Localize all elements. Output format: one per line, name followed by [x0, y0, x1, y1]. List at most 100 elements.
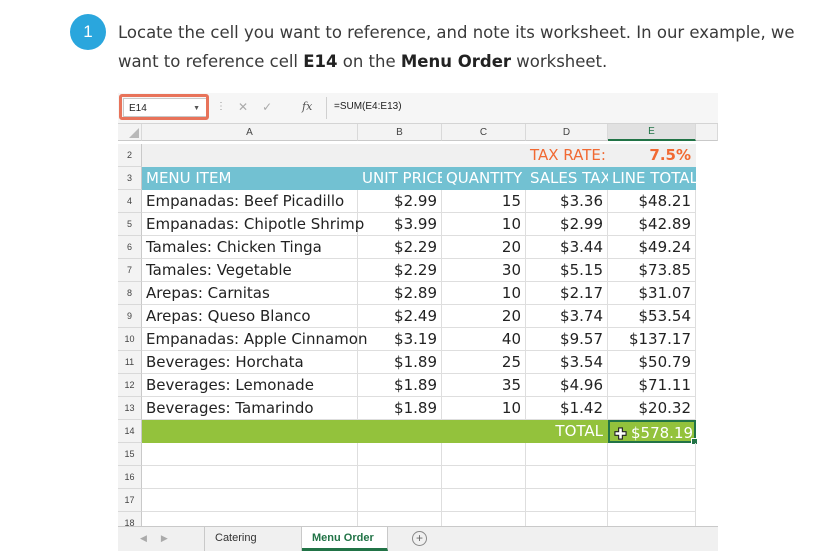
cell-sales-tax[interactable]: $2.17	[526, 282, 608, 305]
cell-menu-item[interactable]: Empanadas: Beef Picadillo	[142, 190, 358, 213]
cell[interactable]	[608, 466, 696, 489]
column-header-e[interactable]: E	[608, 124, 696, 141]
sheet-nav-arrows[interactable]: ◀▶	[140, 533, 182, 544]
cell[interactable]	[142, 443, 358, 466]
add-sheet-icon[interactable]: +	[412, 531, 427, 546]
cell[interactable]	[142, 489, 358, 512]
cell-quantity[interactable]: 20	[442, 305, 526, 328]
cell-sales-tax[interactable]: $9.57	[526, 328, 608, 351]
cell[interactable]	[442, 512, 526, 526]
header-unit-price[interactable]: UNIT PRICE	[358, 167, 446, 190]
cell-menu-item[interactable]: Empanadas: Chipotle Shrimp	[142, 213, 364, 236]
cell-sales-tax[interactable]: $3.54	[526, 351, 608, 374]
row-number[interactable]: 8	[118, 282, 142, 305]
row-number[interactable]: 15	[118, 443, 142, 466]
cell-unit-price[interactable]: $2.29	[358, 259, 442, 282]
cell[interactable]	[526, 466, 608, 489]
cell-unit-price[interactable]: $1.89	[358, 397, 442, 420]
header-quantity[interactable]: QUANTITY	[442, 167, 526, 190]
cell-unit-price[interactable]: $3.99	[358, 213, 442, 236]
cell-line-total[interactable]: $42.89	[608, 213, 696, 236]
cell-menu-item[interactable]: Tamales: Vegetable	[142, 259, 358, 282]
cell-quantity[interactable]: 35	[442, 374, 526, 397]
sheet-tab-catering-invoice[interactable]: Catering Invoice	[204, 527, 302, 551]
column-header-c[interactable]: C	[442, 124, 526, 141]
cell[interactable]	[142, 466, 358, 489]
cell-line-total[interactable]: $137.17	[608, 328, 696, 351]
row-number[interactable]: 17	[118, 489, 142, 512]
cell-unit-price[interactable]: $2.99	[358, 190, 442, 213]
row-number[interactable]: 4	[118, 190, 142, 213]
row-number[interactable]: 11	[118, 351, 142, 374]
cell-unit-price[interactable]: $1.89	[358, 374, 442, 397]
column-header-d[interactable]: D	[526, 124, 608, 141]
cell-unit-price[interactable]: $2.29	[358, 236, 442, 259]
tax-rate-label[interactable]: TAX RATE:	[526, 144, 608, 167]
row-number[interactable]: 7	[118, 259, 142, 282]
selected-cell-e14[interactable]: $578.19	[608, 420, 698, 445]
cell[interactable]	[142, 144, 526, 167]
cell[interactable]	[142, 420, 526, 443]
cell[interactable]	[358, 489, 442, 512]
header-line-total[interactable]: LINE TOTAL	[608, 167, 698, 190]
cell[interactable]	[442, 443, 526, 466]
chevron-right-icon[interactable]: ▶	[161, 533, 182, 543]
cell-line-total[interactable]: $48.21	[608, 190, 696, 213]
cell-sales-tax[interactable]: $4.96	[526, 374, 608, 397]
cell-unit-price[interactable]: $3.19	[358, 328, 442, 351]
row-number[interactable]: 2	[118, 144, 142, 167]
row-number[interactable]: 14	[118, 420, 142, 443]
cell-line-total[interactable]: $49.24	[608, 236, 696, 259]
cell-line-total[interactable]: $20.32	[608, 397, 696, 420]
cell-quantity[interactable]: 25	[442, 351, 526, 374]
cell-sales-tax[interactable]: $1.42	[526, 397, 608, 420]
cell-unit-price[interactable]: $2.89	[358, 282, 442, 305]
formula-input[interactable]: =SUM(E4:E13)	[334, 101, 402, 112]
select-all-corner[interactable]	[118, 124, 142, 141]
cell[interactable]	[608, 443, 696, 466]
cancel-confirm-icons[interactable]: ✕✓	[238, 100, 286, 114]
cell-sales-tax[interactable]: $3.36	[526, 190, 608, 213]
cell-quantity[interactable]: 30	[442, 259, 526, 282]
row-number[interactable]: 6	[118, 236, 142, 259]
cell-menu-item[interactable]: Arepas: Carnitas	[142, 282, 358, 305]
sheet-tab-menu-order[interactable]: Menu Order	[302, 527, 388, 551]
cell-menu-item[interactable]: Arepas: Queso Blanco	[142, 305, 358, 328]
row-number[interactable]: 10	[118, 328, 142, 351]
cell-unit-price[interactable]: $1.89	[358, 351, 442, 374]
cell-menu-item[interactable]: Tamales: Chicken Tinga	[142, 236, 358, 259]
header-menu-item[interactable]: MENU ITEM	[142, 167, 358, 190]
cell-line-total[interactable]: $31.07	[608, 282, 696, 305]
header-sales-tax[interactable]: SALES TAX	[526, 167, 611, 190]
cell[interactable]	[358, 512, 442, 526]
cell[interactable]	[608, 489, 696, 512]
cell-menu-item[interactable]: Beverages: Horchata	[142, 351, 358, 374]
row-number[interactable]: 9	[118, 305, 142, 328]
cell-sales-tax[interactable]: $5.15	[526, 259, 608, 282]
row-number[interactable]: 13	[118, 397, 142, 420]
cell-quantity[interactable]: 10	[442, 282, 526, 305]
cell-menu-item[interactable]: Beverages: Lemonade	[142, 374, 358, 397]
cell[interactable]	[442, 489, 526, 512]
cell-sales-tax[interactable]: $3.44	[526, 236, 608, 259]
insert-function-icon[interactable]: fx	[302, 100, 312, 113]
row-number[interactable]: 3	[118, 167, 142, 190]
cell[interactable]	[608, 512, 696, 526]
tax-rate-value[interactable]: 7.5%	[608, 144, 696, 167]
column-header-a[interactable]: A	[142, 124, 358, 141]
row-number[interactable]: 18	[118, 512, 142, 526]
total-label[interactable]: TOTAL	[526, 420, 608, 443]
cancel-icon[interactable]: ✕	[238, 100, 262, 114]
chevron-left-icon[interactable]: ◀	[140, 533, 161, 543]
cell-quantity[interactable]: 10	[442, 397, 526, 420]
row-number[interactable]: 5	[118, 213, 142, 236]
cell-unit-price[interactable]: $2.49	[358, 305, 442, 328]
cell[interactable]	[142, 512, 358, 526]
cell-sales-tax[interactable]: $3.74	[526, 305, 608, 328]
cell-quantity[interactable]: 10	[442, 213, 526, 236]
cell[interactable]	[526, 489, 608, 512]
row-number[interactable]: 16	[118, 466, 142, 489]
cell-quantity[interactable]: 20	[442, 236, 526, 259]
cell-sales-tax[interactable]: $2.99	[526, 213, 608, 236]
column-header-b[interactable]: B	[358, 124, 442, 141]
